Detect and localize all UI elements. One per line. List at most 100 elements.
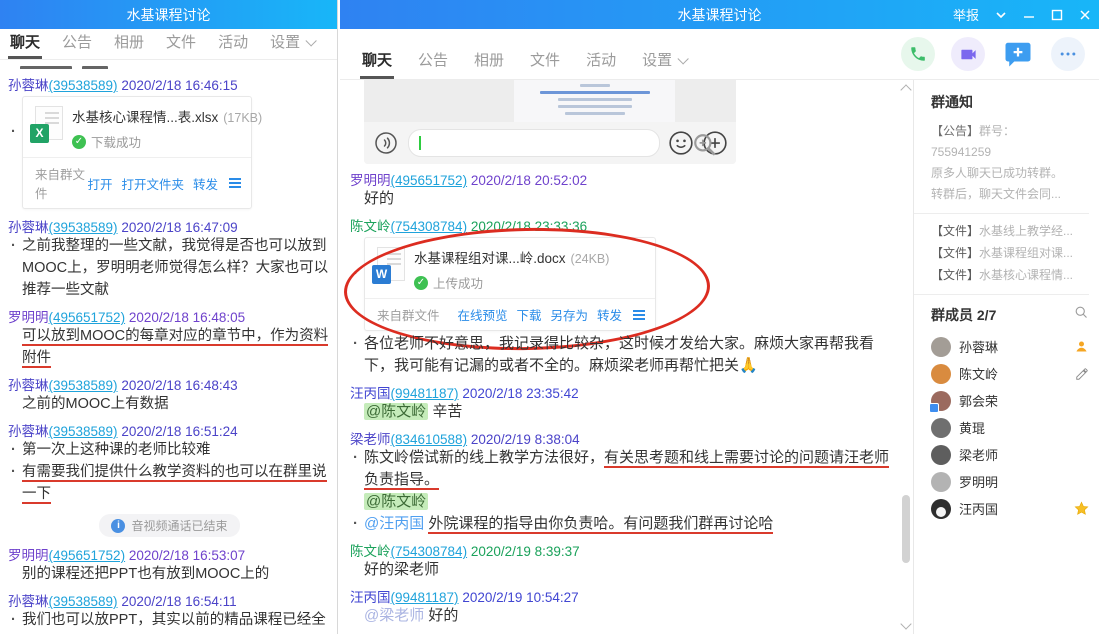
member-row[interactable]: 汪丙国 [931,495,1089,522]
file-tag: 【文件】 [931,246,979,260]
member-name: 罗明明 [959,472,1065,491]
sender-qq-number[interactable]: (39538589) [49,378,118,393]
left-message-list[interactable]: 孙蓉琳(39538589) 2020/2/18 16:46:15X水基核心课程情… [0,60,337,628]
tab-settings[interactable]: 设置 [642,49,685,79]
tab-activities[interactable]: 活动 [586,49,616,79]
group-sidebar: 群通知 【公告】群号：755941259原多人聊天已成功转群。转群后，聊天文件会… [913,80,1099,634]
tab-announcements[interactable]: 公告 [62,31,92,59]
member-name: 黄琨 [959,418,1065,437]
scroll-up-arrow[interactable] [900,84,911,95]
clipped-message-fragment [8,62,331,69]
message-text: 可以放到MOOC的每章对应的章节中，作为资料附件 [8,325,331,369]
file-notice-item[interactable]: 【文件】水基核心课程情... [931,264,1089,286]
message-header: 孙蓉琳(39538589) 2020/2/18 16:48:43 [8,374,331,393]
more-options-button[interactable] [1051,37,1085,71]
chevron-down-icon[interactable] [995,9,1007,21]
tab-files[interactable]: 文件 [530,49,560,79]
tab-chat[interactable]: 聊天 [362,49,392,79]
check-icon: ✓ [72,135,86,149]
star-icon [1073,501,1089,516]
file-action-下载[interactable]: 下载 [516,305,541,324]
sender-qq-number[interactable]: (754308784) [391,219,468,234]
close-button[interactable] [1079,9,1091,21]
voice-call-button[interactable] [901,37,935,71]
member-row[interactable]: 黄琨 [931,414,1089,441]
file-action-打开[interactable]: 打开 [87,174,112,193]
file-action-转发[interactable]: 转发 [597,305,622,324]
member-row[interactable]: 梁老师 [931,441,1089,468]
file-action-另存为[interactable]: 另存为 [550,305,588,324]
tab-albums[interactable]: 相册 [474,49,504,79]
report-button[interactable]: 举报 [953,5,979,24]
message-timestamp: 2020/2/18 16:46:15 [118,78,238,93]
group-announcement[interactable]: 【公告】群号：755941259原多人聊天已成功转群。转群后，聊天文件会同... [931,121,1089,205]
sender-qq-number[interactable]: (39538589) [49,78,118,93]
mention: @陈文岭 [364,493,428,510]
chat-message: 陈文岭(754308784) 2020/2/19 8:39:37好的梁老师 [350,540,895,581]
tab-files[interactable]: 文件 [166,31,196,59]
file-message-card[interactable]: X水基核心课程情...表.xlsx(17KB)✓下载成功来自群文件打开打开文件夹… [22,96,252,209]
member-row[interactable]: 郭会荣 [931,387,1089,414]
member-name: 郭会荣 [959,391,1065,410]
sender-name: 汪丙国 [350,590,391,605]
sender-qq-number[interactable]: (495651752) [49,310,126,325]
maximize-button[interactable] [1051,9,1063,21]
chat-scrollbar[interactable] [899,80,913,634]
video-call-button[interactable] [951,37,985,71]
scroll-down-arrow[interactable] [900,618,911,629]
chat-message: 孙蓉琳(39538589) 2020/2/18 16:47:09之前我整理的一些… [8,216,331,301]
file-size: (24KB) [571,252,610,266]
sender-qq-number[interactable]: (495651752) [49,548,126,563]
search-icon[interactable] [1074,305,1089,325]
file-notice-item[interactable]: 【文件】水基线上教学经... [931,220,1089,242]
file-notice-item[interactable]: 【文件】水基课程组对课... [931,242,1089,264]
member-row[interactable]: 孙蓉琳 [931,333,1089,360]
minimize-button[interactable] [1023,9,1035,21]
member-row[interactable]: 陈文岭 [931,360,1089,387]
tab-chat[interactable]: 聊天 [10,31,40,59]
tab-announcements[interactable]: 公告 [418,49,448,79]
embedded-screenshot-image[interactable] [364,80,736,164]
message-text: 有需要我们提供什么教学资料的也可以在群里说一下 [8,461,331,505]
file-card[interactable]: X水基核心课程情...表.xlsx(17KB)✓下载成功来自群文件打开打开文件夹… [22,96,252,209]
message-timestamp: 2020/2/18 16:51:24 [118,424,238,439]
menu-icon[interactable] [633,314,645,316]
sender-qq-number[interactable]: (39538589) [49,220,118,235]
file-action-转发[interactable]: 转发 [193,174,218,193]
avatar [931,337,951,357]
tab-settings[interactable]: 设置 [270,31,313,59]
penguin-belly [936,507,946,517]
sender-name: 孙蓉琳 [8,220,49,235]
file-name: 水基核心课程情...表.xlsx(17KB) [72,106,241,126]
sender-qq-number[interactable]: (39538589) [49,594,118,609]
announcement-tag: 【公告】 [931,124,979,138]
menu-icon[interactable] [229,182,241,184]
message-timestamp: 2020/2/18 20:52:02 [467,173,587,188]
main-titlebar[interactable]: 水基课程讨论 举报 [340,0,1099,29]
sender-qq-number[interactable]: (99481187) [391,386,459,401]
member-name: 汪丙国 [959,499,1065,518]
sender-qq-number[interactable]: (834610588) [391,432,468,447]
sender-qq-number[interactable]: (99481187) [391,590,459,605]
left-titlebar[interactable]: 水基课程讨论 [0,0,337,29]
message-timestamp: 2020/2/19 10:54:27 [459,590,579,605]
sender-name: 孙蓉琳 [8,78,49,93]
file-card[interactable]: W水基课程组对课...岭.docx(24KB)✓上传成功来自群文件在线预览下载另… [364,237,656,331]
sender-qq-number[interactable]: (39538589) [49,424,118,439]
scrollbar-thumb[interactable] [902,495,910,563]
main-message-list[interactable]: 罗明明(495651752) 2020/2/18 20:52:02好的陈文岭(7… [340,80,899,634]
file-action-打开文件夹[interactable]: 打开文件夹 [121,174,184,193]
message-header: 陈文岭(754308784) 2020/2/19 8:39:37 [350,540,895,559]
avatar [931,499,951,519]
file-message-card[interactable]: W水基课程组对课...岭.docx(24KB)✓上传成功来自群文件在线预览下载另… [364,237,656,331]
tab-albums[interactable]: 相册 [114,31,144,59]
chat-message: 罗明明(495651752) 2020/2/18 16:53:07别的课程还把P… [8,544,331,585]
tab-activities[interactable]: 活动 [218,31,248,59]
create-group-chat-button[interactable] [1001,37,1035,71]
sender-qq-number[interactable]: (495651752) [391,173,468,188]
file-action-在线预览[interactable]: 在线预览 [457,305,507,324]
message-timestamp: 2020/2/19 8:38:04 [467,432,580,447]
info-icon: i [111,519,125,533]
sender-qq-number[interactable]: (754308784) [391,544,468,559]
member-row[interactable]: 罗明明 [931,468,1089,495]
